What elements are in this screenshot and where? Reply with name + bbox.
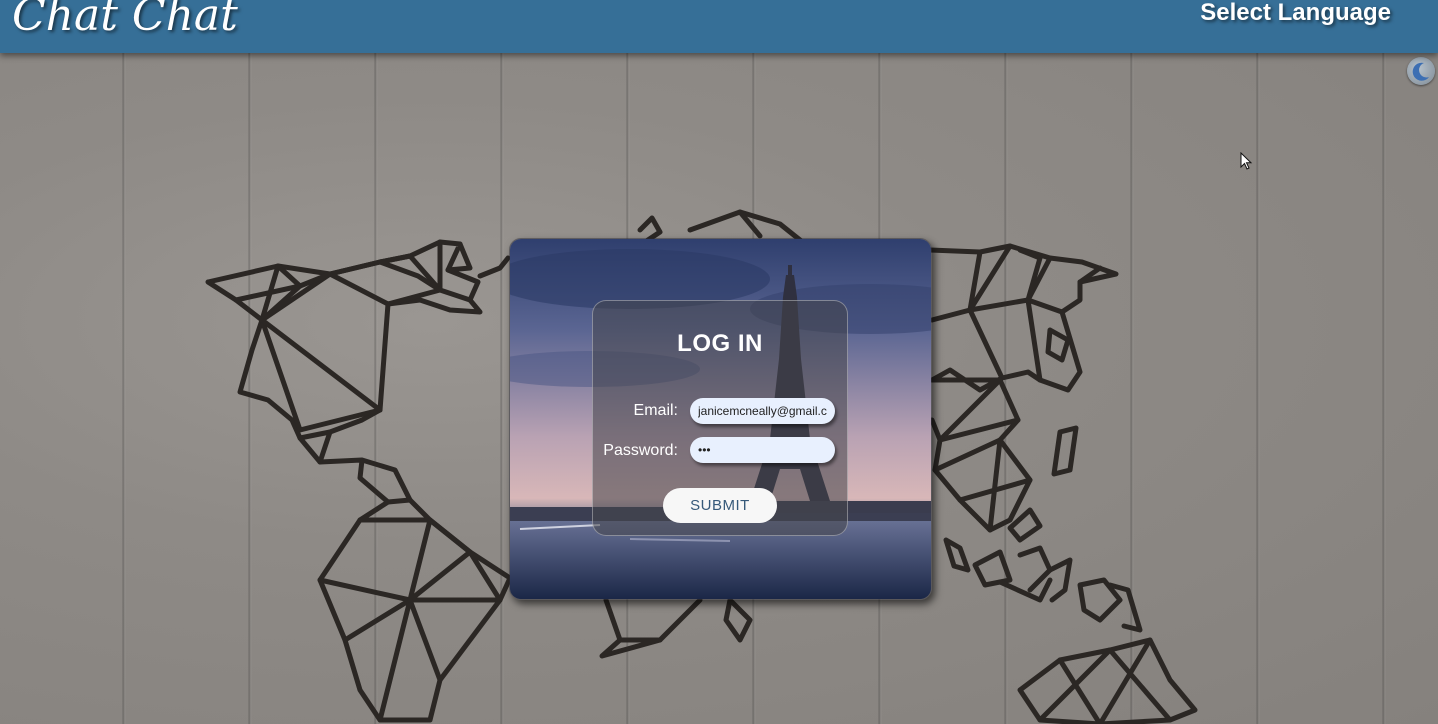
password-field[interactable] [690,437,835,463]
brand-logo[interactable]: Chat Chat [12,0,238,41]
login-title: LOG IN [677,330,763,357]
email-field[interactable] [690,398,835,424]
login-form: LOG IN Email: Password: SUBMIT [592,300,848,536]
select-language-button[interactable]: Select Language [1200,0,1391,27]
top-navbar: Chat Chat Select Language [0,0,1438,53]
moon-icon [1412,62,1429,81]
password-label: Password: [603,442,678,459]
submit-button[interactable]: SUBMIT [663,488,777,523]
mouse-cursor-icon [1240,152,1253,170]
theme-toggle-button[interactable] [1407,57,1435,85]
email-label: Email: [633,402,678,419]
